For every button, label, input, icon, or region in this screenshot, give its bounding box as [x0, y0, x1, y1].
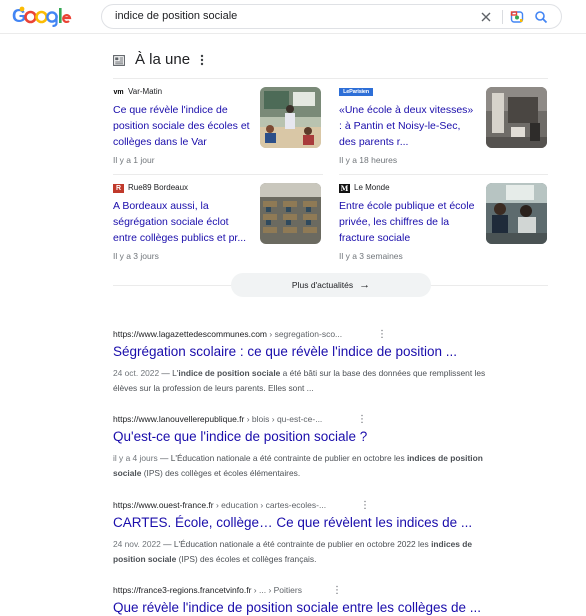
- news-icon: [113, 55, 125, 66]
- source-name: Var-Matin: [128, 87, 163, 96]
- news-card[interactable]: R Rue89 Bordeaux A Bordeaux aussi, la sé…: [113, 183, 323, 277]
- source-name: Rue89 Bordeaux: [128, 183, 189, 192]
- snippet-highlight: indice de position sociale: [178, 368, 281, 378]
- result-path: › education › cartes-ecoles-...: [213, 500, 327, 510]
- news-age: Il y a 3 semaines: [339, 251, 403, 261]
- header: G: [0, 0, 586, 34]
- source-logo: M: [339, 184, 350, 193]
- search-result: https://france3-regions.francetvinfo.fr …: [113, 585, 493, 616]
- news-card[interactable]: LeParisien «Une école à deux vitesses» :…: [339, 87, 549, 181]
- more-vert-icon[interactable]: ⋮: [357, 414, 367, 426]
- more-vert-icon[interactable]: ⋮: [332, 585, 342, 597]
- result-title[interactable]: Que révèle l'indice de position sociale …: [113, 600, 481, 615]
- lens-icon[interactable]: [509, 9, 525, 25]
- result-path: › blois › qu-est-ce-...: [244, 414, 323, 424]
- google-logo[interactable]: G: [12, 5, 72, 27]
- news-headline[interactable]: «Une école à deux vitesses» : à Pantin e…: [339, 102, 479, 150]
- news-headline[interactable]: A Bordeaux aussi, la ségrégation sociale…: [113, 198, 253, 246]
- result-snippet: 24 oct. 2022 — L'indice de position soci…: [113, 366, 489, 395]
- news-age: Il y a 3 jours: [113, 251, 159, 261]
- more-vert-icon[interactable]: [197, 53, 207, 67]
- search-result: https://www.ouest-france.fr › education …: [113, 500, 493, 580]
- snippet-text: — L'Éducation nationale a été contrainte…: [160, 539, 432, 549]
- result-url[interactable]: https://www.lagazettedescommunes.com › s…: [113, 329, 342, 339]
- news-headline[interactable]: Ce que révèle l'indice de position socia…: [113, 102, 253, 150]
- search-input[interactable]: [115, 10, 455, 22]
- result-domain: https://www.lanouvellerepublique.fr: [113, 414, 245, 424]
- result-domain: https://www.lagazettedescommunes.com: [113, 329, 268, 339]
- result-date: 24 nov. 2022: [113, 539, 161, 549]
- news-thumbnail[interactable]: [486, 87, 547, 148]
- news-thumbnail[interactable]: [260, 183, 321, 244]
- result-path: › ... › Poitiers: [251, 585, 302, 595]
- clear-icon[interactable]: [478, 9, 494, 25]
- result-date: 24 oct. 2022: [113, 368, 160, 378]
- snippet-text: (IPS) des écoles et collèges français.: [176, 553, 317, 564]
- top-stories-title: À la une: [135, 51, 191, 68]
- source-logo: R: [113, 184, 124, 193]
- more-news-button[interactable]: Plus d'actualités →: [231, 273, 431, 297]
- result-domain: https://france3-regions.francetvinfo.fr: [113, 585, 252, 595]
- more-vert-icon[interactable]: ⋮: [377, 329, 387, 341]
- result-url[interactable]: https://www.ouest-france.fr › education …: [113, 500, 326, 510]
- result-snippet: il y a 4 jours — L'Éducation nationale a…: [113, 451, 489, 480]
- result-url[interactable]: https://www.lanouvellerepublique.fr › bl…: [113, 414, 322, 424]
- news-card[interactable]: M Le Monde Entre école publique et école…: [339, 183, 549, 277]
- snippet-text: (IPS) des collèges et écoles élémentaire…: [141, 467, 301, 478]
- result-path: › segregation-sco...: [267, 329, 343, 339]
- divider: [339, 174, 548, 175]
- news-age: Il y a 1 jour: [113, 155, 155, 165]
- result-title[interactable]: Qu'est-ce que l'indice de position socia…: [113, 429, 367, 444]
- result-url[interactable]: https://france3-regions.francetvinfo.fr …: [113, 585, 302, 595]
- result-title[interactable]: CARTES. École, collège… Ce que révèlent …: [113, 515, 472, 530]
- more-news-label: Plus d'actualités: [291, 280, 354, 290]
- source-logo: LeParisien: [339, 88, 373, 96]
- search-result: https://www.lagazettedescommunes.com › s…: [113, 329, 493, 409]
- search-result: https://www.lanouvellerepublique.fr › bl…: [113, 414, 493, 494]
- snippet-text: — L'Éducation nationale a été contrainte…: [157, 453, 407, 463]
- search-divider: [502, 10, 503, 24]
- news-age: Il y a 18 heures: [339, 155, 398, 165]
- result-title[interactable]: Ségrégation scolaire : ce que révèle l'i…: [113, 344, 457, 359]
- snippet-text: — L': [159, 368, 179, 378]
- search-icon[interactable]: [533, 9, 549, 25]
- result-domain: https://www.ouest-france.fr: [113, 500, 214, 510]
- source-logo: vm: [113, 89, 124, 96]
- arrow-right-icon: →: [359, 279, 371, 291]
- result-snippet: 24 nov. 2022 — L'Éducation nationale a é…: [113, 537, 489, 566]
- source-name: Le Monde: [354, 183, 390, 192]
- search-box[interactable]: [101, 4, 562, 29]
- result-date: il y a 4 jours: [113, 453, 158, 463]
- divider: [113, 78, 548, 79]
- more-vert-icon[interactable]: ⋮: [360, 500, 370, 512]
- news-headline[interactable]: Entre école publique et école privée, le…: [339, 198, 479, 246]
- divider: [113, 174, 323, 175]
- news-thumbnail[interactable]: [486, 183, 547, 244]
- news-card[interactable]: vm Var-Matin Ce que révèle l'indice de p…: [113, 87, 323, 181]
- news-thumbnail[interactable]: [260, 87, 321, 148]
